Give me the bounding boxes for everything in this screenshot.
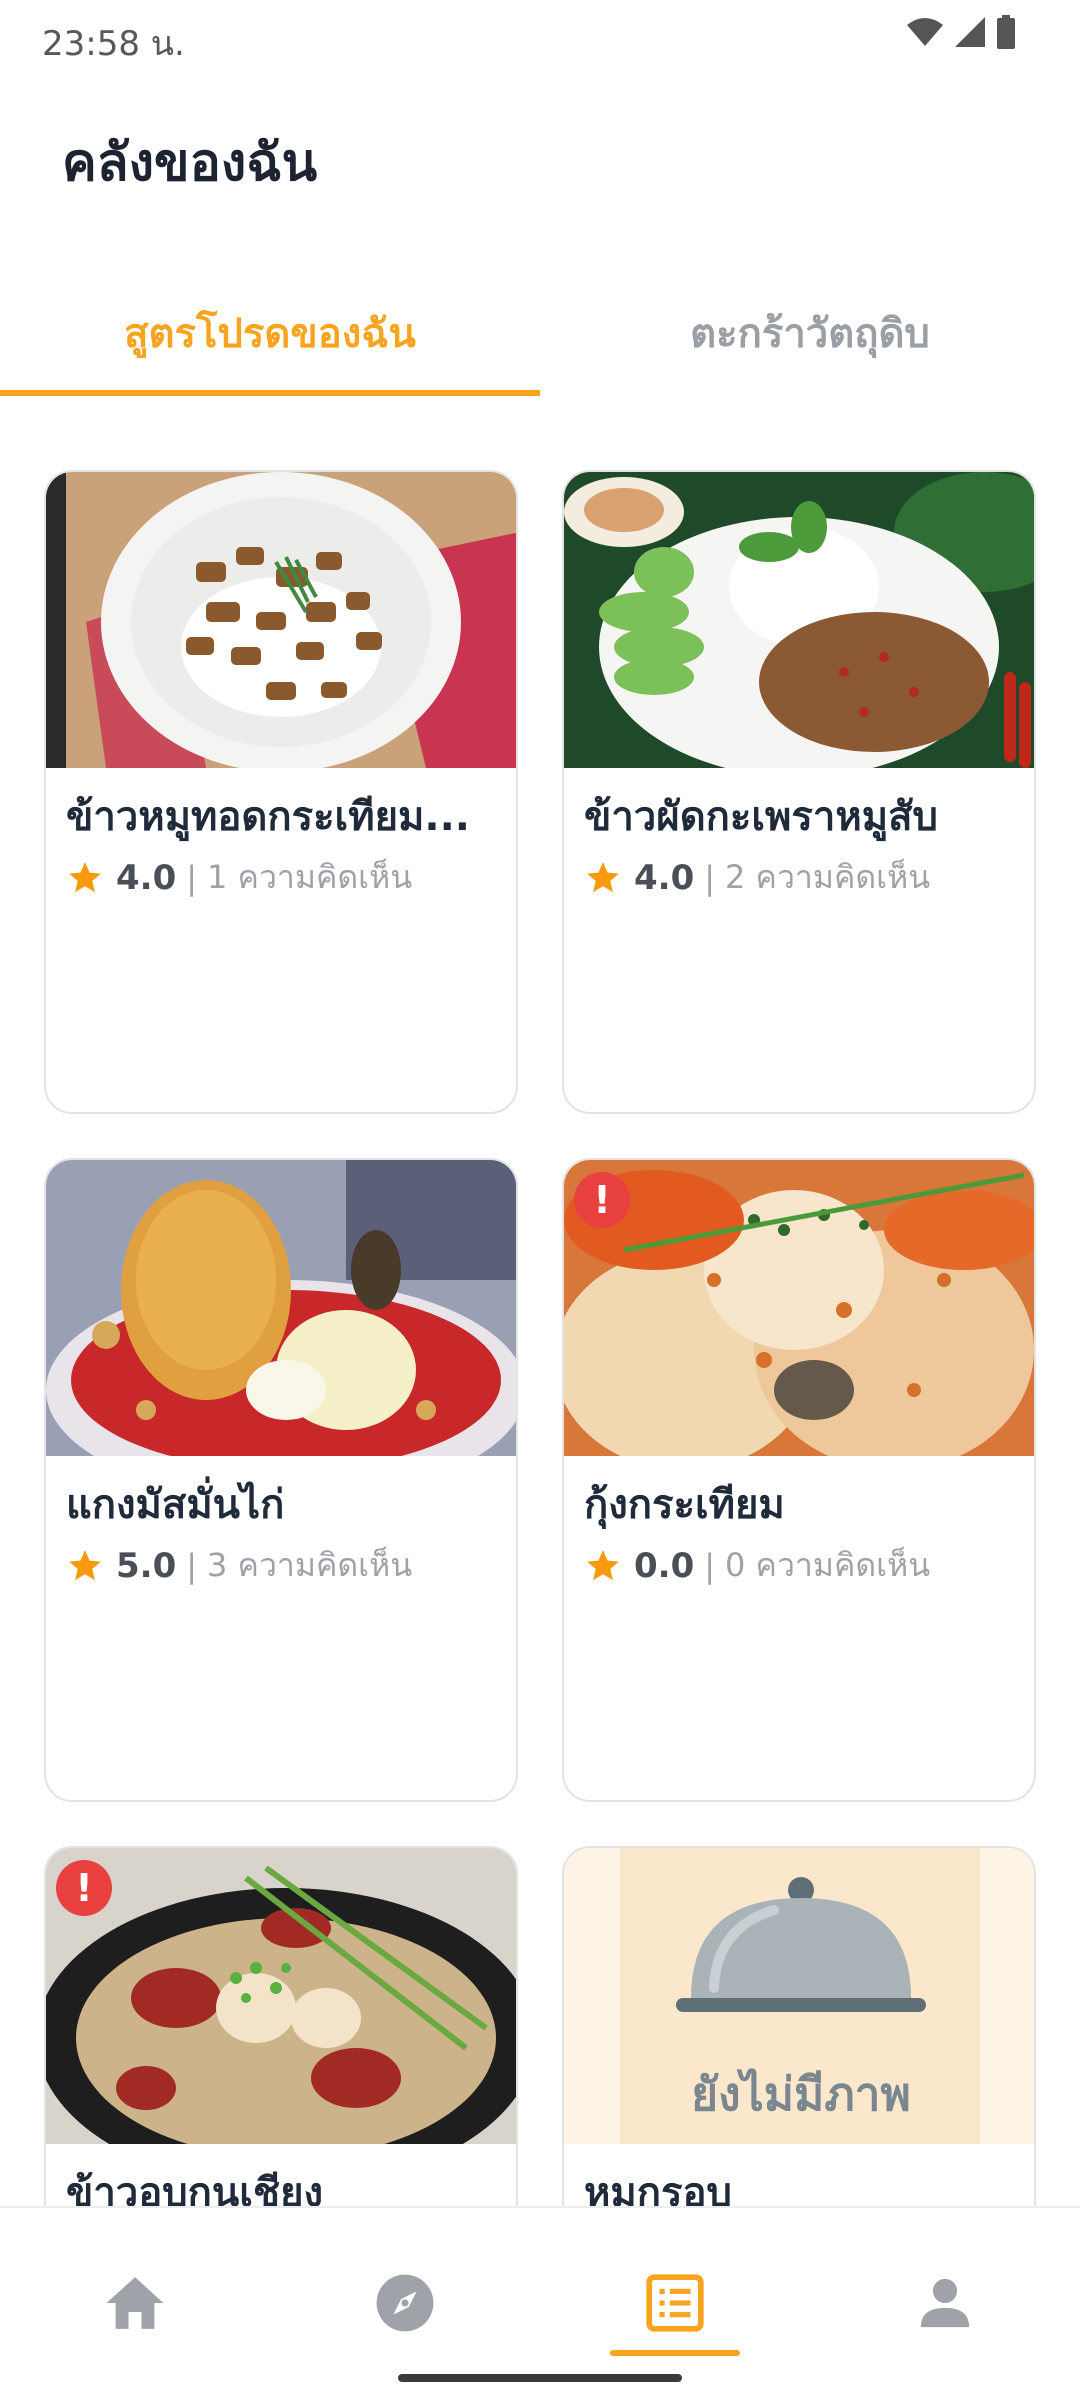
recipe-card[interactable]: ! ข้าวอบกุนเชียง <box>44 1846 518 2206</box>
recipe-rating: 4.0 | 2 ความคิดเห็น <box>584 852 940 903</box>
star-icon <box>587 1549 619 1580</box>
recipe-card[interactable]: ข้าวหมูทอดกระเทียม... 4.0 | 1 ความคิดเห็… <box>44 470 518 1114</box>
recipe-card[interactable]: ข้าวผัดกะเพราหมูสับ 4.0 | 2 ความคิดเห็น <box>562 470 1036 1114</box>
recipe-title: หมูกรอบ <box>584 2170 732 2206</box>
rating-value: 4.0 <box>116 857 177 898</box>
rating-value: 5.0 <box>116 1545 177 1586</box>
recipe-title: ข้าวหมูทอดกระเทียม... <box>66 794 470 840</box>
alert-badge: ! <box>56 1860 112 1916</box>
no-image-label: ยังไม่มีภาพ <box>691 2067 911 2121</box>
recipe-title: แกงมัสมั่นไก่ <box>66 1482 285 1528</box>
rating-value: 0.0 <box>634 1545 695 1586</box>
wifi-icon <box>907 18 943 46</box>
no-image-placeholder: ยังไม่มีภาพ <box>564 1848 1034 2144</box>
status-bar: 23:58 น. <box>0 0 1080 72</box>
signal-icon <box>955 17 985 47</box>
basil-minced-pork-rice-photo <box>564 472 1034 768</box>
status-icons <box>906 14 1016 50</box>
rating-separator: | <box>704 858 716 897</box>
home-icon <box>106 2277 164 2329</box>
nav-my-library[interactable] <box>630 2258 720 2348</box>
star-icon <box>69 861 101 892</box>
star-icon <box>587 861 619 892</box>
recipe-title: กุ้งกระเทียม <box>584 1482 785 1528</box>
fried-pork-garlic-rice-photo <box>46 472 516 768</box>
gesture-bar[interactable] <box>398 2374 682 2382</box>
comment-count: 1 ความคิดเห็น <box>207 858 413 896</box>
rating-separator: | <box>186 1546 198 1585</box>
baked-rice-chinese-sausage-photo <box>46 1848 516 2144</box>
status-time: 23:58 น. <box>42 24 185 64</box>
nav-home[interactable] <box>90 2258 180 2348</box>
page-title: คลังของฉัน <box>62 133 318 193</box>
nav-profile[interactable] <box>900 2258 990 2348</box>
rating-value: 4.0 <box>634 857 695 898</box>
comment-count: 3 ความคิดเห็น <box>207 1546 413 1584</box>
list-icon <box>646 2274 704 2332</box>
recipe-grid: ข้าวหมูทอดกระเทียม... 4.0 | 1 ความคิดเห็… <box>0 396 1080 2206</box>
recipe-title: ข้าวอบกุนเชียง <box>66 2170 324 2206</box>
nav-explore[interactable] <box>360 2258 450 2348</box>
chicken-massaman-curry-photo <box>46 1160 516 1456</box>
recipe-rating: 4.0 | 1 ความคิดเห็น <box>66 852 422 903</box>
recipe-card[interactable]: ยังไม่มีภาพ หมูกรอบ <box>562 1846 1036 2206</box>
recipe-card[interactable]: ! กุ้งกระเทียม 0.0 | 0 ความคิดเห็น <box>562 1158 1036 1802</box>
alert-badge: ! <box>574 1172 630 1228</box>
tab-bar: สูตรโปรดของฉัน ตะกร้าวัตถุดิบ <box>0 270 1080 396</box>
recipe-rating: 5.0 | 3 ความคิดเห็น <box>66 1540 422 1591</box>
bottom-navigation <box>0 2206 1080 2400</box>
compass-icon <box>376 2274 434 2332</box>
star-icon <box>69 1549 101 1580</box>
nav-active-indicator <box>610 2350 740 2356</box>
rating-separator: | <box>704 1546 716 1585</box>
tab-favorite-recipes[interactable]: สูตรโปรดของฉัน <box>0 270 540 396</box>
garlic-shrimp-photo <box>564 1160 1034 1456</box>
person-icon <box>920 2278 970 2328</box>
tab-ingredient-basket[interactable]: ตะกร้าวัตถุดิบ <box>540 270 1080 396</box>
recipe-rating: 0.0 | 0 ความคิดเห็น <box>584 1540 940 1591</box>
rating-separator: | <box>186 858 198 897</box>
comment-count: 2 ความคิดเห็น <box>725 858 931 896</box>
battery-icon <box>997 15 1015 49</box>
comment-count: 0 ความคิดเห็น <box>725 1546 931 1584</box>
recipe-card[interactable]: แกงมัสมั่นไก่ 5.0 | 3 ความคิดเห็น <box>44 1158 518 1802</box>
recipe-title: ข้าวผัดกะเพราหมูสับ <box>584 794 938 840</box>
